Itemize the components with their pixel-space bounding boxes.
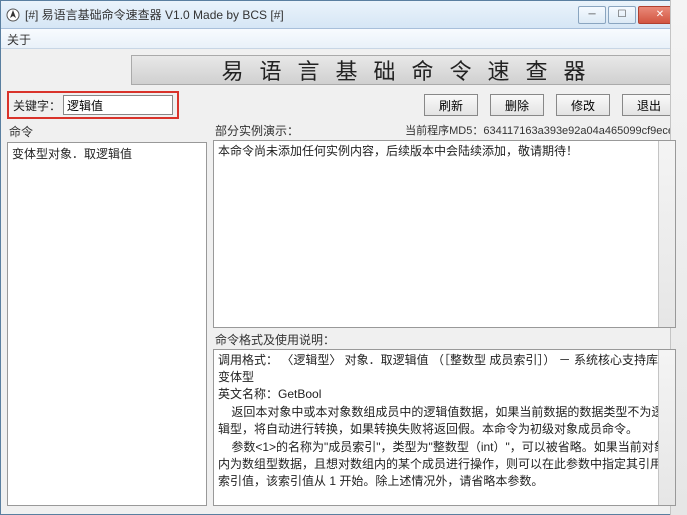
toolbar-row: 关键字： 刷新 删除 修改 退出 xyxy=(1,89,686,121)
right-panel: 部分实例演示： 当前程序MD5：634117163a393e92a04a4650… xyxy=(213,121,676,506)
maximize-button[interactable]: ☐ xyxy=(608,6,636,24)
format-textbox[interactable]: 调用格式： 〈逻辑型〉 对象．取逻辑值 （［整数型 成员索引］） － 系统核心支… xyxy=(213,349,676,506)
list-item[interactable]: 变体型对象．取逻辑值 xyxy=(8,143,206,164)
app-banner: 易语言基础命令速查器 xyxy=(131,55,676,85)
delete-button[interactable]: 删除 xyxy=(490,94,544,116)
keyword-input[interactable] xyxy=(63,95,173,115)
window-title: [#] 易语言基础命令速查器 V1.0 Made by BCS [#] xyxy=(25,6,578,23)
command-list[interactable]: 变体型对象．取逻辑值 xyxy=(7,142,207,506)
keyword-label: 关键字： xyxy=(13,97,61,114)
demo-label: 部分实例演示： xyxy=(215,122,299,139)
md5-display: 当前程序MD5：634117163a393e92a04a465099cf9ece xyxy=(405,122,674,139)
refresh-button[interactable]: 刷新 xyxy=(424,94,478,116)
app-window: [#] 易语言基础命令速查器 V1.0 Made by BCS [#] ─ ☐ … xyxy=(0,0,687,515)
window-buttons: ─ ☐ ✕ xyxy=(578,6,682,24)
demo-header-row: 部分实例演示： 当前程序MD5：634117163a393e92a04a4650… xyxy=(213,121,676,140)
left-panel: 命令 变体型对象．取逻辑值 xyxy=(7,121,207,506)
menubar: 关于 xyxy=(1,29,686,49)
menu-about[interactable]: 关于 xyxy=(7,33,31,47)
app-icon xyxy=(5,7,21,23)
demo-textbox[interactable]: 本命令尚未添加任何实例内容，后续版本中会陆续添加，敬请期待！ xyxy=(213,140,676,328)
titlebar[interactable]: [#] 易语言基础命令速查器 V1.0 Made by BCS [#] ─ ☐ … xyxy=(1,1,686,29)
edit-button[interactable]: 修改 xyxy=(556,94,610,116)
exit-button[interactable]: 退出 xyxy=(622,94,676,116)
minimize-button[interactable]: ─ xyxy=(578,6,606,24)
content: 易语言基础命令速查器 关键字： 刷新 删除 修改 退出 命令 变体型对象．取逻辑… xyxy=(1,49,686,514)
format-label: 命令格式及使用说明： xyxy=(213,328,676,349)
keyword-highlight: 关键字： xyxy=(7,91,179,119)
command-list-header: 命令 xyxy=(7,121,207,142)
main-body: 命令 变体型对象．取逻辑值 部分实例演示： 当前程序MD5：634117163a… xyxy=(1,121,686,514)
